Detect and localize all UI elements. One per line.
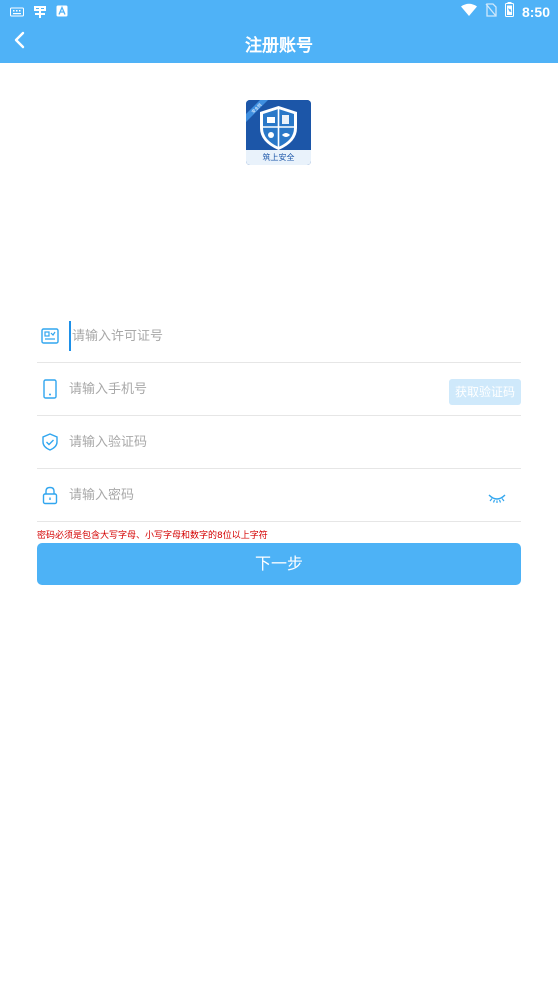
shield-check-icon: [39, 431, 61, 453]
phone-row: 获取验证码: [37, 363, 521, 416]
get-code-button[interactable]: 获取验证码: [449, 379, 521, 405]
next-button[interactable]: 下一步: [37, 543, 521, 585]
no-sim-icon: [485, 2, 497, 21]
a-icon: [56, 5, 68, 21]
lock-icon: [39, 484, 61, 506]
register-form: 获取验证码 密码必须是包含大写字母、小写字母和数字的8位以上字符: [37, 310, 521, 541]
status-time: 8:50: [521, 3, 550, 20]
wifi-icon: [460, 3, 477, 20]
license-row: [37, 310, 521, 363]
password-row: [37, 469, 521, 522]
logo-label: 筑上安全: [263, 152, 295, 162]
password-input[interactable]: [69, 480, 521, 510]
eye-closed-icon[interactable]: [487, 489, 507, 505]
password-hint: 密码必须是包含大写字母、小写字母和数字的8位以上字符: [37, 531, 268, 541]
app-logo: 筑上安全 安全网: [246, 100, 311, 165]
app-bar: 注册账号: [0, 22, 558, 63]
code-input[interactable]: [69, 427, 521, 457]
phone-icon: [39, 378, 61, 400]
status-bar: 8:50: [0, 0, 558, 22]
debug-icon: [32, 3, 48, 23]
keyboard-icon: [10, 6, 24, 21]
page-title: 注册账号: [245, 36, 313, 56]
license-input[interactable]: [69, 321, 521, 351]
license-icon: [39, 325, 61, 347]
code-row: [37, 416, 521, 469]
battery-icon: [504, 2, 514, 21]
